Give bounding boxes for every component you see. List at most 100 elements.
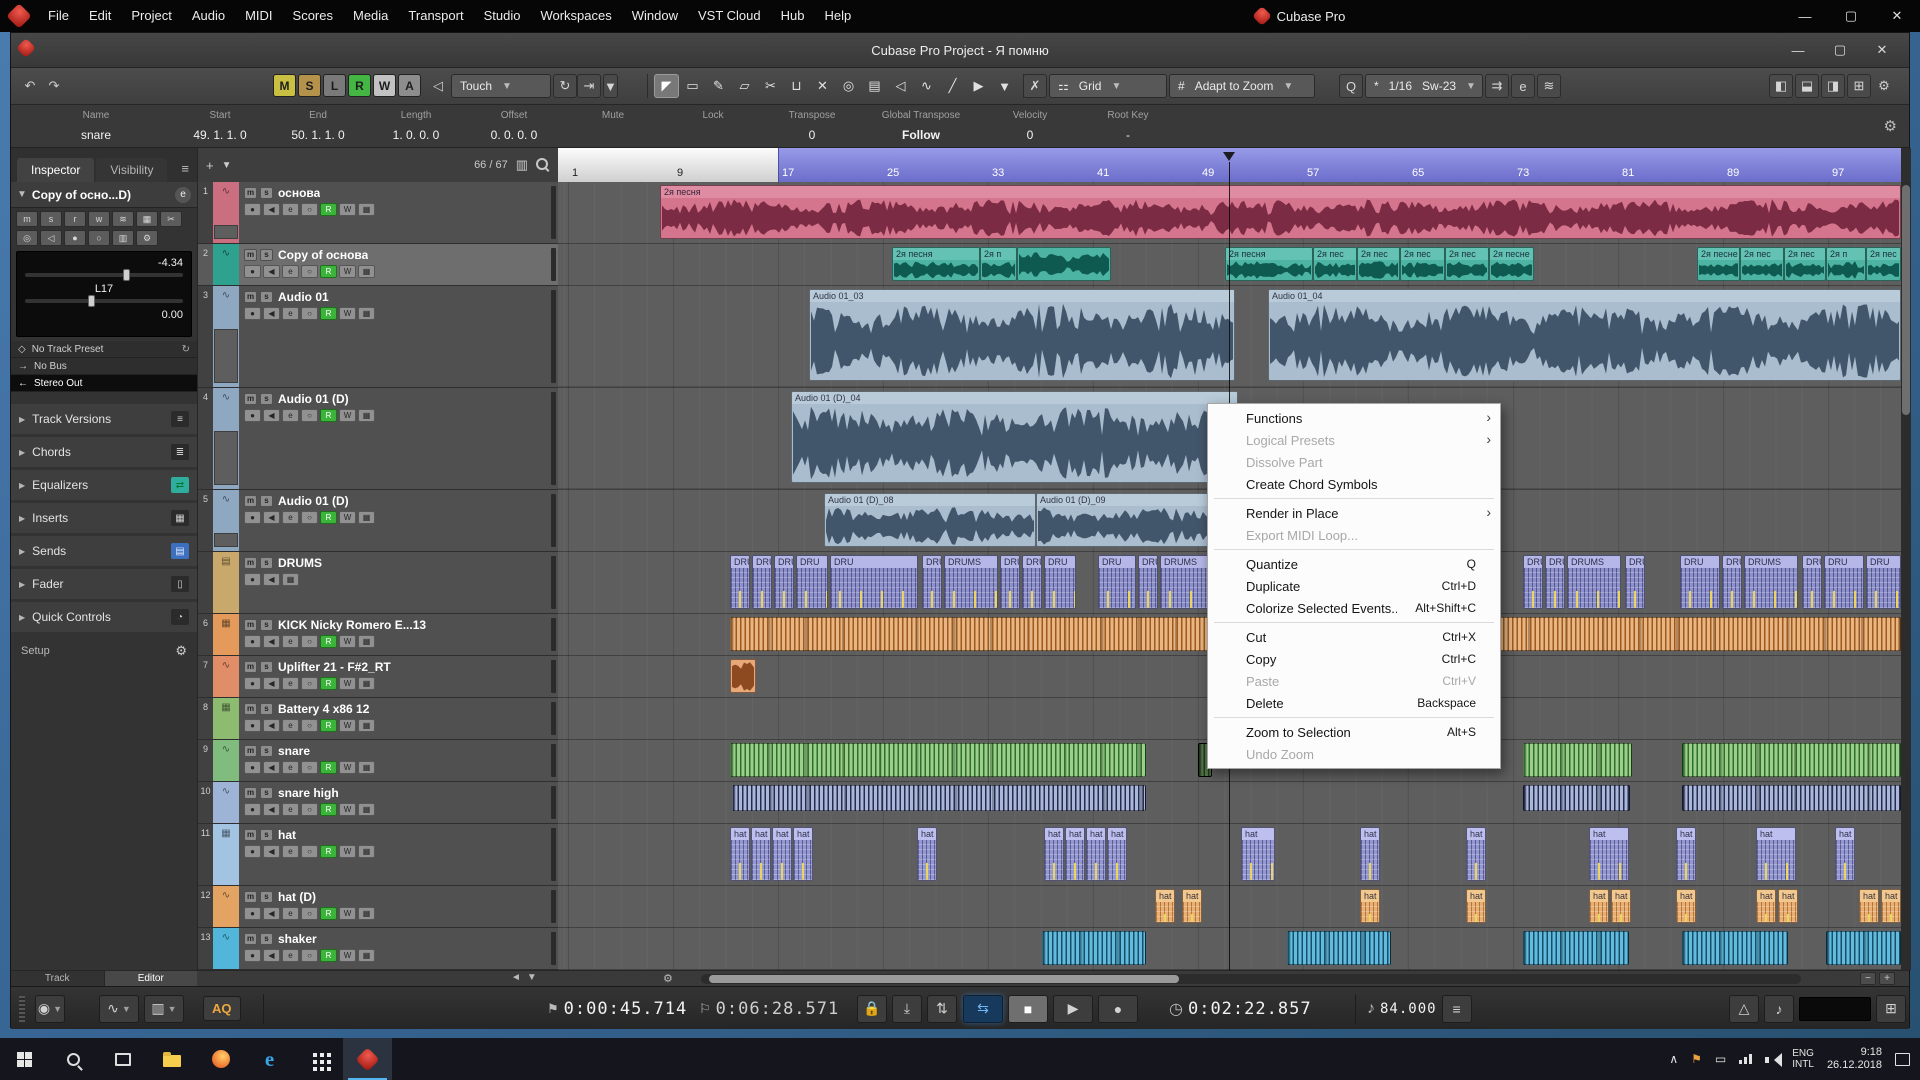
context-menu-item-functions[interactable]: Functions› xyxy=(1208,407,1500,429)
events-button[interactable]: ▦ xyxy=(358,635,375,648)
freeze-button[interactable]: ○ xyxy=(301,677,318,690)
mute-button[interactable]: m xyxy=(244,619,257,631)
event-hat[interactable]: hat xyxy=(1155,889,1175,923)
event-dru[interactable]: DRU xyxy=(1866,555,1901,609)
mute-button[interactable]: m xyxy=(244,557,257,569)
event-audio-01-03[interactable]: Audio 01_03 xyxy=(809,289,1235,381)
tray-app-icon[interactable]: ⚑ xyxy=(1691,1052,1702,1066)
event-dru[interactable]: DRU xyxy=(730,555,750,609)
taskbar-edge-button[interactable]: e xyxy=(245,1038,294,1080)
input-routing-row[interactable]: → No Bus xyxy=(11,358,197,375)
inspector-quick-button-6[interactable]: ✂ xyxy=(160,211,182,227)
track-row-hat[interactable]: 11▦mshat●◀e○RW▦ xyxy=(198,824,558,886)
freeze-button[interactable]: ○ xyxy=(301,845,318,858)
track-row-copy-of-основа[interactable]: 2∿msCopy of основа●◀e○RW▦ xyxy=(198,244,558,286)
edit-channel-button[interactable]: e xyxy=(282,803,299,816)
infoline-setup-gear-icon[interactable]: ⚙ xyxy=(1884,117,1897,135)
divide-tracklist-icon[interactable]: ◄ xyxy=(511,972,521,983)
monitor-button[interactable]: ◀ xyxy=(263,761,280,774)
erase-tool[interactable]: ▱ xyxy=(732,74,757,98)
event-shaker[interactable] xyxy=(1287,931,1391,965)
write-automation-button[interactable]: W xyxy=(339,803,356,816)
taskbar-firefox-button[interactable] xyxy=(196,1038,245,1080)
volume-slider[interactable] xyxy=(25,273,183,277)
read-automation-button[interactable]: R xyxy=(320,761,337,774)
event-audio-01-04[interactable]: Audio 01_04 xyxy=(1268,289,1901,381)
freeze-button[interactable]: ○ xyxy=(301,511,318,524)
quantize-button[interactable]: Q xyxy=(1339,74,1363,98)
read-automation-button[interactable]: R xyxy=(320,949,337,962)
solo-button[interactable]: s xyxy=(260,661,273,673)
events-button[interactable]: ▦ xyxy=(358,307,375,320)
project-minimize-button[interactable]: — xyxy=(1777,33,1819,67)
event-hat[interactable]: hat xyxy=(1044,827,1064,881)
line-tool[interactable]: ╱ xyxy=(940,74,965,98)
edit-channel-button[interactable]: e xyxy=(282,511,299,524)
solo-button[interactable]: s xyxy=(260,393,273,405)
event-2я-песня[interactable]: 2я песня xyxy=(892,247,980,281)
zoom-tool[interactable]: ◎ xyxy=(836,74,861,98)
left-locator-icon[interactable]: ⚑ xyxy=(547,1001,559,1017)
solo-button[interactable]: s xyxy=(260,619,273,631)
event-2я-пес[interactable]: 2я пес xyxy=(1313,247,1357,281)
edit-channel-button[interactable]: e xyxy=(282,949,299,962)
freeze-button[interactable]: ○ xyxy=(301,265,318,278)
menu-scores[interactable]: Scores xyxy=(283,0,343,32)
write-automation-button[interactable]: W xyxy=(339,761,356,774)
event-dru[interactable]: DRU xyxy=(1044,555,1076,609)
event-hat[interactable]: hat xyxy=(1086,827,1106,881)
zoom-in-button[interactable]: + xyxy=(1879,972,1895,985)
event-2я-песне[interactable]: 2я песне xyxy=(1697,247,1740,281)
inspector-section-equalizers[interactable]: ▶Equalizers⇄ xyxy=(11,470,197,500)
inspector-section-quick-controls[interactable]: ▶Quick Controls◔ xyxy=(11,602,197,632)
monitor-button[interactable]: ◀ xyxy=(263,803,280,816)
right-locator-icon[interactable]: ⚐ xyxy=(699,1001,711,1017)
vertical-scrollbar[interactable] xyxy=(1901,182,1911,970)
cycle-button[interactable]: ⇆ xyxy=(963,995,1003,1023)
write-automation-button[interactable]: W xyxy=(339,307,356,320)
suspend-automation-button[interactable]: ↻ xyxy=(553,74,577,98)
track-row-shaker[interactable]: 13∿msshaker●◀e○RW▦ xyxy=(198,928,558,970)
track-row-основа[interactable]: 1∿msоснова●◀e○RW▦ xyxy=(198,182,558,244)
menu-file[interactable]: File xyxy=(38,0,79,32)
solo-button[interactable]: s xyxy=(260,291,273,303)
event-2я-п[interactable]: 2я п xyxy=(1826,247,1866,281)
zone-tab-editor[interactable]: Editor xyxy=(105,971,198,987)
track-preset-row[interactable]: ◇ No Track Preset ↻ xyxy=(11,341,197,358)
app-close-button[interactable]: ✕ xyxy=(1874,0,1920,32)
comp-tool[interactable]: ▤ xyxy=(862,74,887,98)
click-pattern-button[interactable]: ♪ xyxy=(1764,995,1794,1023)
solo-button[interactable]: s xyxy=(260,249,273,261)
track-scale-gear-icon[interactable]: ⚙ xyxy=(663,972,673,985)
monitor-button[interactable]: ◀ xyxy=(263,265,280,278)
menu-audio[interactable]: Audio xyxy=(182,0,235,32)
inspector-section-inserts[interactable]: ▶Inserts▦ xyxy=(11,503,197,533)
event-dru[interactable]: DRU xyxy=(830,555,918,609)
edit-channel-button[interactable]: e xyxy=(282,719,299,732)
zoom-grid-dropdown[interactable]: #Adapt to Zoom▼ xyxy=(1169,74,1315,98)
freeze-button[interactable]: ○ xyxy=(301,307,318,320)
mute-button[interactable]: m xyxy=(244,745,257,757)
event-hat[interactable]: hat xyxy=(793,827,813,881)
edit-channel-button[interactable]: e xyxy=(282,845,299,858)
event-shaker[interactable] xyxy=(1523,931,1629,965)
read-automation-button[interactable]: R xyxy=(320,803,337,816)
edit-channel-button[interactable]: e xyxy=(282,409,299,422)
automation-w-button[interactable]: W xyxy=(373,74,396,97)
track-row-audio-01-d[interactable]: 5∿msAudio 01 (D)●◀e○RW▦ xyxy=(198,490,558,552)
event-hat[interactable]: hat xyxy=(1676,827,1696,881)
event-hat[interactable]: hat xyxy=(1360,827,1380,881)
inspector-quick-button-2[interactable]: r xyxy=(64,211,86,227)
track-row-hat-d[interactable]: 12∿mshat (D)●◀e○RW▦ xyxy=(198,886,558,928)
event-hat[interactable]: hat xyxy=(1589,889,1609,923)
context-menu-item-copy[interactable]: CopyCtrl+C xyxy=(1208,648,1500,670)
infoline-root-key[interactable]: Root Key- xyxy=(1079,105,1177,147)
infoline-transpose[interactable]: Transpose0 xyxy=(763,105,861,147)
event-hat[interactable]: hat xyxy=(1778,889,1798,923)
automation-l-button[interactable]: L xyxy=(323,74,346,97)
stop-button[interactable]: ■ xyxy=(1008,995,1048,1023)
event-drums[interactable]: DRUMS xyxy=(1744,555,1798,609)
freeze-button[interactable]: ○ xyxy=(301,635,318,648)
event-hat[interactable]: hat xyxy=(1611,889,1631,923)
event-hat[interactable]: hat xyxy=(772,827,792,881)
